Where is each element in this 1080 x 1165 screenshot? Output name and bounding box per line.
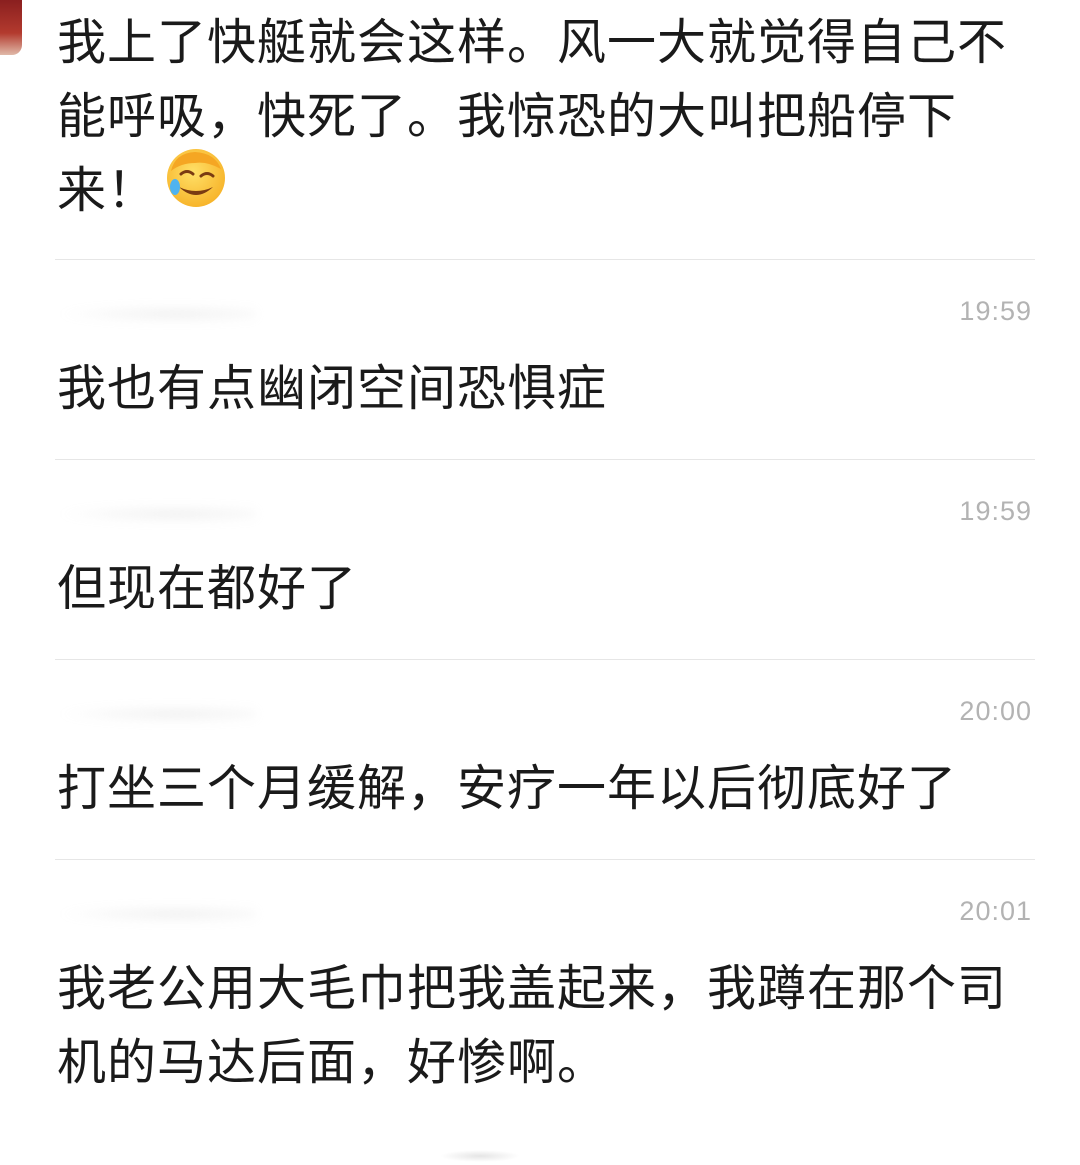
comment-meta: 19:59 [57,496,1032,536]
timestamp: 19:59 [959,296,1032,326]
divider [55,659,1035,660]
timestamp: 20:01 [959,896,1032,926]
facepalm-laugh-emoji-icon [165,147,227,230]
comment-5: 我老公用大毛巾把我盖起来，我蹲在那个司机的马达后面，好惨啊。 [57,952,1047,1100]
comment-2: 我也有点幽闭空间恐惧症 [57,352,1047,426]
comment-text: 但现在都好了 [57,560,358,617]
divider [55,459,1035,460]
comment-meta: 19:59 [57,296,1032,336]
divider [55,259,1035,260]
comment-text: 我也有点幽闭空间恐惧症 [57,360,608,417]
timestamp: 20:00 [959,696,1032,726]
comment-1: 我上了快艇就会这样。风一大就觉得自己不能呼吸，快死了。我惊恐的大叫把船停下来！ [57,6,1047,230]
faint-bottom-mark [440,1150,520,1162]
comment-3: 但现在都好了 [57,552,1047,626]
comment-text: 我老公用大毛巾把我盖起来，我蹲在那个司机的马达后面，好惨啊。 [57,960,1008,1091]
blurred-username [57,704,257,724]
comment-4: 打坐三个月缓解，安疗一年以后彻底好了 [57,752,1047,826]
blurred-username [57,304,257,324]
blurred-username [57,504,257,524]
comment-text: 打坐三个月缓解，安疗一年以后彻底好了 [57,760,958,817]
divider [55,859,1035,860]
blurred-username [57,904,257,924]
comment-meta: 20:01 [57,896,1032,936]
avatar[interactable] [0,0,22,55]
timestamp: 19:59 [959,496,1032,526]
comment-meta: 20:00 [57,696,1032,736]
